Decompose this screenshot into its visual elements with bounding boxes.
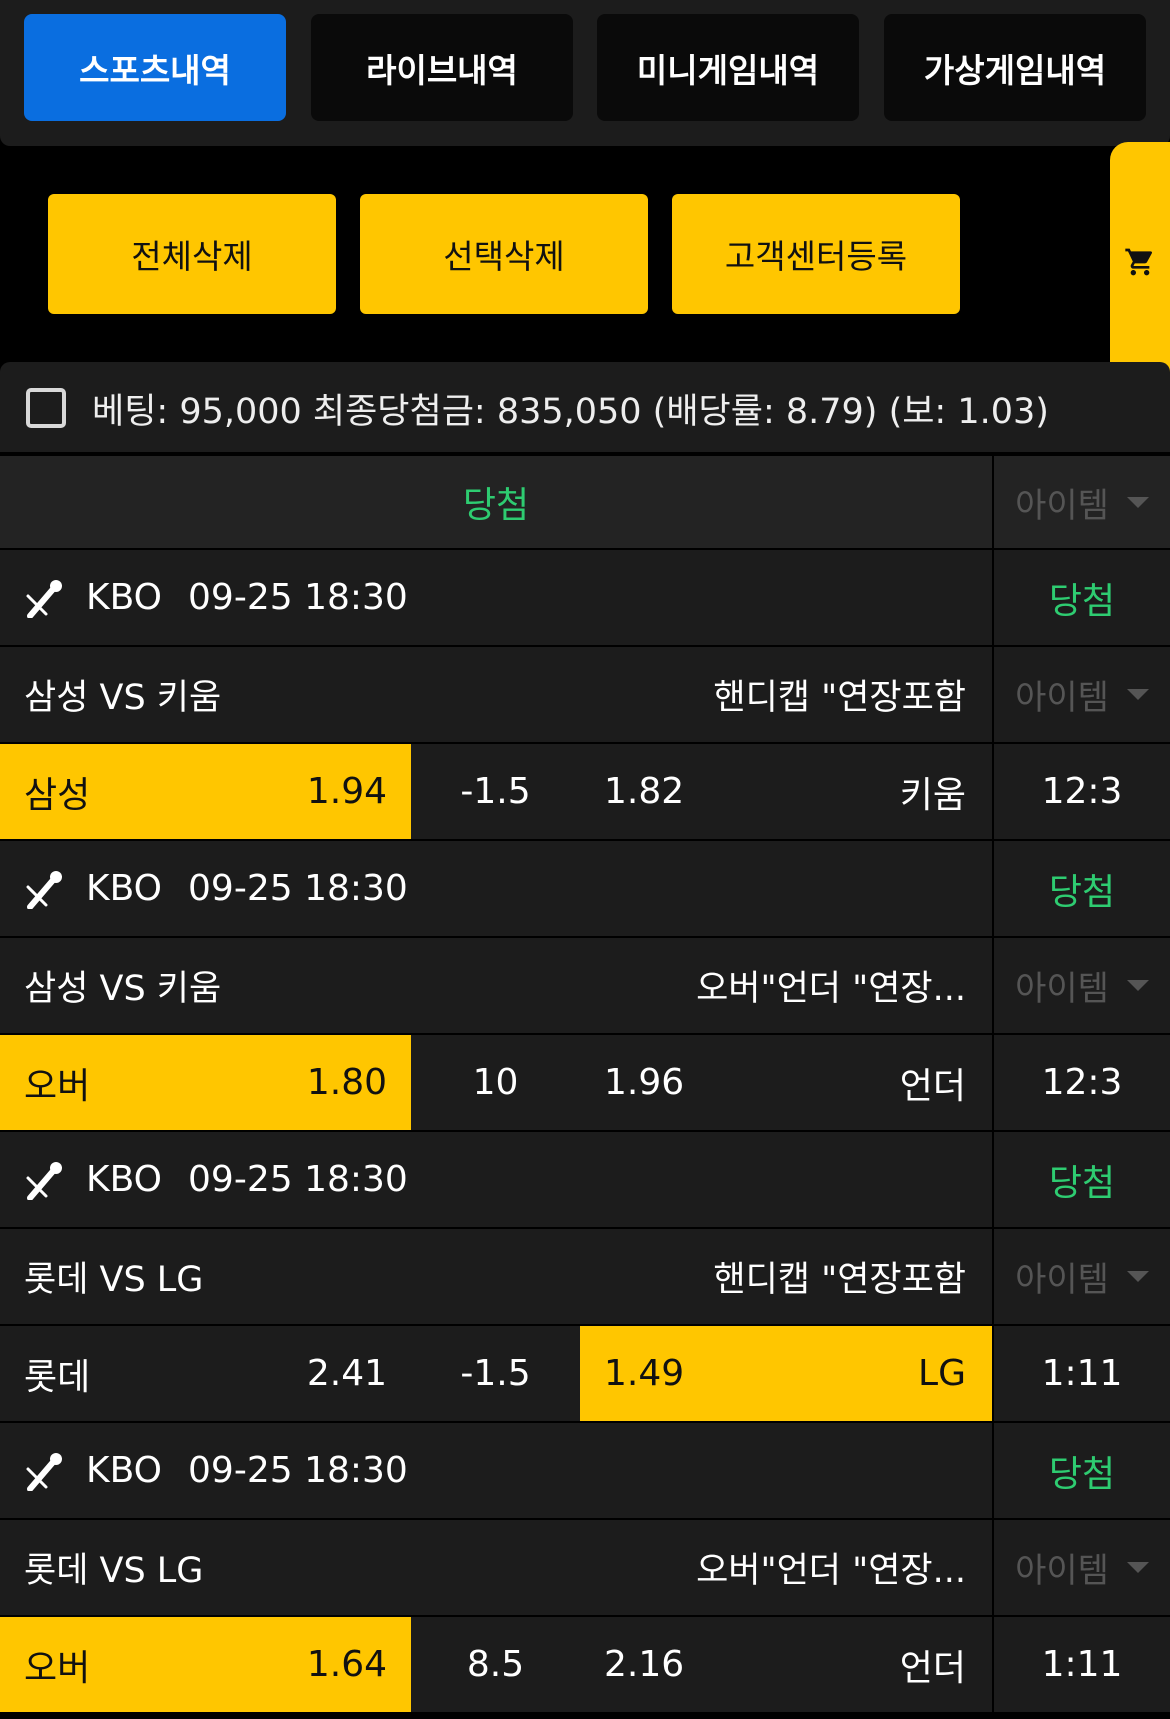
match-row: 롯데 VS LG 오버"언더 "연장... 아이템 (0, 1520, 1170, 1617)
item-label: 아이템 (1015, 485, 1109, 526)
game-info-row: KBO 09-25 18:30 당첨 (0, 1423, 1170, 1520)
item-label: 아이템 (1015, 1551, 1109, 1591)
game-info-row: KBO 09-25 18:30 당첨 (0, 841, 1170, 938)
home-selection: 오버 1.80 (0, 1035, 411, 1130)
cart-icon (1125, 248, 1153, 276)
bet-type: 핸디캡 "연장포함 (713, 678, 966, 718)
baseball-icon (26, 1161, 62, 1200)
league-name: KBO (86, 868, 163, 909)
odds-row: 롯데 2.41 -1.5 1.49 LG 1:11 (0, 1326, 1170, 1423)
match-name: 롯데 VS LG (24, 1551, 204, 1591)
home-odds: 1.94 (306, 771, 387, 812)
game-datetime: 09-25 18:30 (188, 868, 408, 909)
tab-live-history[interactable]: 라이브내역 (311, 14, 573, 121)
game-info-row: KBO 09-25 18:30 당첨 (0, 1132, 1170, 1229)
away-odds: 1.49 (604, 1353, 685, 1394)
game-datetime: 09-25 18:30 (188, 1450, 408, 1491)
match-name: 삼성 VS 키움 (24, 678, 222, 718)
baseball-icon (26, 579, 62, 618)
odds-row: 삼성 1.94 -1.5 1.82 키움 12:3 (0, 744, 1170, 841)
bet-detail-table: 당첨 아이템 KBO 09-25 18:30 당첨 삼성 VS 키움 핸디캡 "… (0, 456, 1170, 1714)
odds-row: 오버 1.80 10 1.96 언더 12:3 (0, 1035, 1170, 1132)
league-name: KBO (86, 1159, 163, 1200)
register-support-button[interactable]: 고객센터등록 (672, 194, 960, 314)
away-name: LG (918, 1353, 966, 1394)
game-datetime: 09-25 18:30 (188, 577, 408, 618)
away-name: 언더 (899, 1647, 966, 1689)
match-row: 롯데 VS LG 핸디캡 "연장포함 아이템 (0, 1229, 1170, 1326)
final-score: 1:11 (1041, 1644, 1123, 1685)
home-selection: 오버 1.64 (0, 1617, 411, 1712)
away-name: 언더 (899, 1065, 966, 1107)
away-selection: 1.96 언더 (580, 1035, 992, 1130)
betslip-cart-button[interactable] (1110, 142, 1170, 382)
away-selection: 2.16 언더 (580, 1617, 992, 1712)
bet-result: 당첨 (1048, 1453, 1116, 1495)
away-odds: 1.96 (604, 1062, 685, 1103)
select-bet-checkbox[interactable] (26, 388, 66, 428)
final-score: 1:11 (1041, 1353, 1123, 1394)
caret-down-icon (1126, 1562, 1149, 1573)
home-selection: 삼성 1.94 (0, 744, 411, 839)
caret-down-icon (1126, 1271, 1149, 1282)
home-selection: 롯데 2.41 (0, 1326, 411, 1421)
bet-summary-text: 베팅: 95,000 최종당첨금: 835,050 (배당률: 8.79) (보… (92, 391, 1049, 432)
home-odds: 1.80 (306, 1062, 387, 1103)
game-info-row: KBO 09-25 18:30 당첨 (0, 550, 1170, 647)
history-tabs: 스포츠내역 라이브내역 미니게임내역 가상게임내역 (0, 0, 1170, 146)
game-datetime: 09-25 18:30 (188, 1159, 408, 1200)
home-name: 오버 (24, 1065, 91, 1107)
away-name: 키움 (899, 774, 966, 816)
caret-down-icon (1126, 496, 1149, 508)
final-score: 12:3 (1041, 771, 1123, 812)
tab-minigame-history[interactable]: 미니게임내역 (597, 14, 859, 121)
match-name: 롯데 VS LG (24, 1260, 204, 1300)
item-label: 아이템 (1015, 678, 1109, 718)
line-value: -1.5 (460, 771, 531, 812)
item-label: 아이템 (1015, 1260, 1109, 1300)
match-row: 삼성 VS 키움 핸디캡 "연장포함 아이템 (0, 647, 1170, 744)
bet-result: 당첨 (1048, 580, 1116, 622)
item-dropdown[interactable]: 아이템 (992, 938, 1170, 1033)
item-dropdown[interactable]: 아이템 (992, 1229, 1170, 1324)
bet-result: 당첨 (1048, 871, 1116, 913)
bet-type: 핸디캡 "연장포함 (713, 1260, 966, 1300)
caret-down-icon (1126, 689, 1149, 700)
away-odds: 2.16 (604, 1644, 685, 1685)
table-header-row: 당첨 아이템 (0, 456, 1170, 550)
home-name: 롯데 (24, 1356, 91, 1398)
bet-type: 오버"언더 "연장... (696, 1551, 966, 1591)
item-label: 아이템 (1015, 969, 1109, 1009)
baseball-icon (26, 1452, 62, 1491)
item-dropdown[interactable]: 아이템 (992, 1520, 1170, 1615)
baseball-icon (26, 870, 62, 909)
final-score: 12:3 (1041, 1062, 1123, 1103)
home-name: 오버 (24, 1647, 91, 1689)
home-odds: 2.41 (306, 1353, 387, 1394)
item-dropdown[interactable]: 아이템 (992, 456, 1170, 548)
league-name: KBO (86, 577, 163, 618)
bet-type: 오버"언더 "연장... (696, 969, 966, 1009)
line-value: -1.5 (460, 1353, 531, 1394)
line-value: 8.5 (466, 1644, 525, 1685)
away-selection: 1.82 키움 (580, 744, 992, 839)
match-row: 삼성 VS 키움 오버"언더 "연장... 아이템 (0, 938, 1170, 1035)
bet-summary-bar: 베팅: 95,000 최종당첨금: 835,050 (배당률: 8.79) (보… (0, 362, 1170, 454)
away-odds: 1.82 (604, 771, 685, 812)
delete-selected-button[interactable]: 선택삭제 (360, 194, 648, 314)
item-dropdown[interactable]: 아이템 (992, 647, 1170, 742)
league-name: KBO (86, 1450, 163, 1491)
match-name: 삼성 VS 키움 (24, 969, 222, 1009)
bet-result: 당첨 (1048, 1162, 1116, 1204)
odds-row: 오버 1.64 8.5 2.16 언더 1:11 (0, 1617, 1170, 1714)
delete-all-button[interactable]: 전체삭제 (48, 194, 336, 314)
away-selection: 1.49 LG (580, 1326, 992, 1421)
line-value: 10 (472, 1062, 519, 1103)
home-name: 삼성 (24, 774, 91, 816)
tab-sports-history[interactable]: 스포츠내역 (24, 14, 286, 121)
overall-result: 당첨 (462, 485, 530, 526)
caret-down-icon (1126, 980, 1149, 991)
home-odds: 1.64 (306, 1644, 387, 1685)
tab-virtual-game-history[interactable]: 가상게임내역 (884, 14, 1146, 121)
